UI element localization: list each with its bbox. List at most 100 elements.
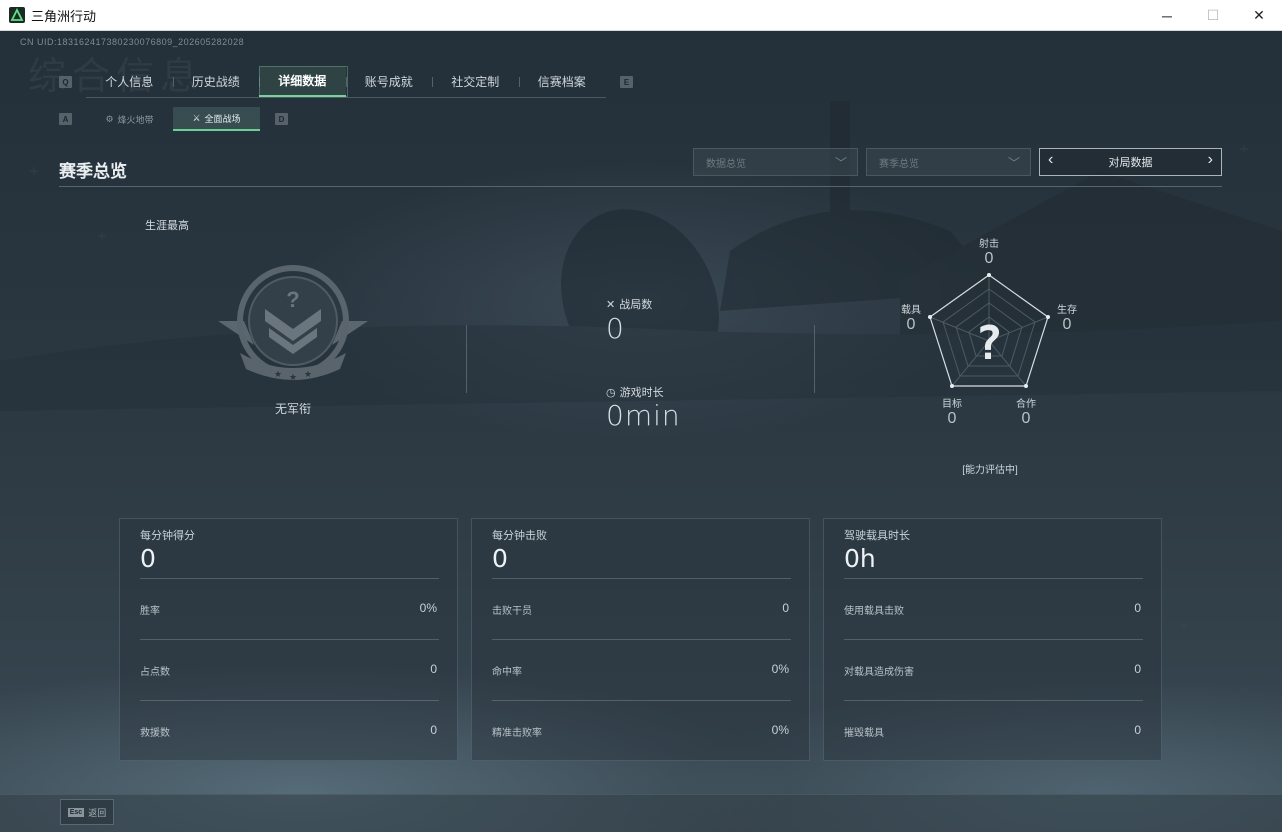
rank-name: 无军衔 bbox=[274, 402, 311, 416]
stat-row-value: 0% bbox=[771, 662, 789, 676]
stat-row-value: 0 bbox=[1134, 723, 1141, 737]
chevron-right-icon[interactable]: › bbox=[1208, 151, 1213, 169]
card-main-value: 0h bbox=[844, 544, 876, 573]
back-label: 返回 bbox=[88, 807, 107, 818]
divider bbox=[140, 700, 439, 701]
game-viewport: CN UID:183162417380230076809_20260528202… bbox=[0, 31, 1282, 832]
divider bbox=[814, 325, 815, 393]
divider bbox=[140, 639, 439, 640]
divider bbox=[492, 700, 791, 701]
close-button[interactable]: ✕ bbox=[1236, 0, 1282, 31]
maximize-button[interactable]: ☐ bbox=[1190, 0, 1236, 31]
season-dropdown[interactable]: 赛季总览 ﹀ bbox=[866, 148, 1031, 176]
chevron-left-icon[interactable]: ‹ bbox=[1048, 151, 1053, 169]
subtab-full-warfare[interactable]: ⚔ 全面战场 bbox=[173, 107, 260, 131]
radar-label-teamwork: 合作 bbox=[1016, 399, 1036, 410]
data-type-dropdown[interactable]: 数据总览 ﹀ bbox=[693, 148, 858, 176]
next-subtab-key-hint: D bbox=[275, 113, 288, 125]
radar-value-shooting: 0 bbox=[984, 250, 994, 267]
prev-subtab-key-hint: A bbox=[59, 113, 72, 125]
rank-emblem-icon: ? ★ ★ ★ bbox=[218, 265, 368, 382]
stat-row-value: 0 bbox=[782, 601, 789, 615]
card-main-value: 0 bbox=[492, 544, 508, 573]
stat-row-value: 0% bbox=[419, 601, 437, 615]
svg-text:★: ★ bbox=[274, 369, 282, 379]
playtime-label-text: 游戏时长 bbox=[619, 387, 664, 399]
divider bbox=[844, 639, 1143, 640]
tab-achievements[interactable]: 账号成就 bbox=[345, 66, 433, 97]
radar-label-objective: 目标 bbox=[942, 399, 962, 410]
card-main-value: 0 bbox=[140, 544, 156, 573]
divider bbox=[140, 578, 439, 579]
radar-label-shooting: 射击 bbox=[979, 239, 999, 250]
stat-row-label: 胜率 bbox=[140, 606, 160, 617]
minimize-button[interactable]: ─ bbox=[1144, 0, 1190, 31]
subtab-extraction-zone[interactable]: ⚙ 烽火地带 bbox=[86, 107, 173, 131]
playtime-value: 0min bbox=[606, 399, 681, 432]
matches-label-text: 战局数 bbox=[619, 299, 653, 311]
svg-text:★: ★ bbox=[289, 372, 297, 382]
crossed-swords-icon: ✕ bbox=[606, 298, 616, 311]
radar-center-symbol: ? bbox=[975, 316, 1003, 370]
clock-icon: ◷ bbox=[606, 386, 616, 399]
svg-text:?: ? bbox=[286, 287, 299, 312]
sub-tab-bar: ⚙ 烽火地带 ⚔ 全面战场 bbox=[86, 107, 260, 131]
dropdown-value: 数据总览 bbox=[706, 158, 746, 170]
stat-row-value: 0 bbox=[430, 723, 437, 737]
dropdown-value: 赛季总览 bbox=[879, 158, 919, 170]
stat-row-value: 0% bbox=[771, 723, 789, 737]
radar-value-teamwork: 0 bbox=[1021, 410, 1031, 427]
tab-match-history[interactable]: 历史战绩 bbox=[172, 66, 260, 97]
kill-stats-card: 每分钟击败 0 击败干员 0 命中率 0% 精准击败率 0% bbox=[471, 518, 810, 761]
divider bbox=[844, 700, 1143, 701]
card-title: 每分钟击败 bbox=[492, 530, 547, 542]
radar-label-survival: 生存 bbox=[1057, 305, 1077, 316]
stat-row-label: 击败干员 bbox=[492, 606, 532, 617]
svg-text:★: ★ bbox=[304, 369, 312, 379]
radar-value-survival: 0 bbox=[1062, 316, 1072, 333]
stat-row-label: 占点数 bbox=[140, 667, 170, 678]
pager-label: 对局数据 bbox=[1108, 157, 1153, 169]
radar-value-objective: 0 bbox=[947, 410, 957, 427]
main-tab-bar: 个人信息 历史战绩 详细数据 账号成就 社交定制 信赛档案 bbox=[86, 66, 606, 98]
matches-value: 0 bbox=[606, 312, 625, 345]
radar-label-vehicle: 载具 bbox=[901, 305, 921, 316]
esc-key-hint: Esc bbox=[67, 807, 85, 817]
window-titlebar: 三角洲行动 ─ ☐ ✕ bbox=[0, 0, 1282, 31]
prev-tab-key-hint: Q bbox=[59, 76, 72, 88]
playtime-stat-label: ◷ 游戏时长 bbox=[606, 384, 664, 400]
stat-row-label: 命中率 bbox=[492, 667, 522, 678]
window-title: 三角洲行动 bbox=[31, 8, 97, 24]
matches-stat-label: ✕ 战局数 bbox=[606, 296, 652, 312]
stat-row-label: 摧毁载具 bbox=[844, 728, 884, 739]
stat-row-label: 对载具造成伤害 bbox=[844, 667, 914, 678]
next-tab-key-hint: E bbox=[620, 76, 633, 88]
tab-personal-info[interactable]: 个人信息 bbox=[86, 66, 173, 97]
match-data-pager: ‹ 对局数据 › bbox=[1039, 148, 1222, 176]
stat-row-value: 0 bbox=[430, 662, 437, 676]
tab-profile-archive[interactable]: 信赛档案 bbox=[518, 66, 606, 97]
score-stats-card: 每分钟得分 0 胜率 0% 占点数 0 救援数 0 bbox=[119, 518, 458, 761]
tab-social-custom[interactable]: 社交定制 bbox=[432, 66, 519, 97]
warfare-mode-icon: ⚔ bbox=[192, 112, 201, 123]
subtab-label: 全面战场 bbox=[204, 113, 241, 124]
vehicle-stats-card: 驾驶载具时长 0h 使用载具击败 0 对载具造成伤害 0 摧毁载具 0 bbox=[823, 518, 1162, 761]
section-title: 赛季总览 bbox=[59, 162, 127, 181]
divider bbox=[492, 578, 791, 579]
chevron-down-icon: ﹀ bbox=[1007, 156, 1020, 170]
stat-row-label: 精准击败率 bbox=[492, 728, 542, 739]
subtab-label: 烽火地带 bbox=[117, 114, 154, 125]
bottom-bar bbox=[0, 794, 1282, 832]
career-best-label: 生涯最高 bbox=[145, 220, 189, 232]
divider bbox=[466, 325, 467, 393]
ability-assessment-status: [能力评估中] bbox=[962, 465, 1018, 476]
stat-row-label: 救援数 bbox=[140, 728, 170, 739]
back-button[interactable]: Esc 返回 bbox=[60, 799, 114, 825]
tab-detailed-data[interactable]: 详细数据 bbox=[259, 66, 347, 97]
card-title: 每分钟得分 bbox=[140, 530, 195, 542]
divider bbox=[492, 639, 791, 640]
extraction-mode-icon: ⚙ bbox=[105, 113, 114, 124]
chevron-down-icon: ﹀ bbox=[834, 156, 847, 170]
stat-row-label: 使用载具击败 bbox=[844, 606, 904, 617]
stat-row-value: 0 bbox=[1134, 601, 1141, 615]
